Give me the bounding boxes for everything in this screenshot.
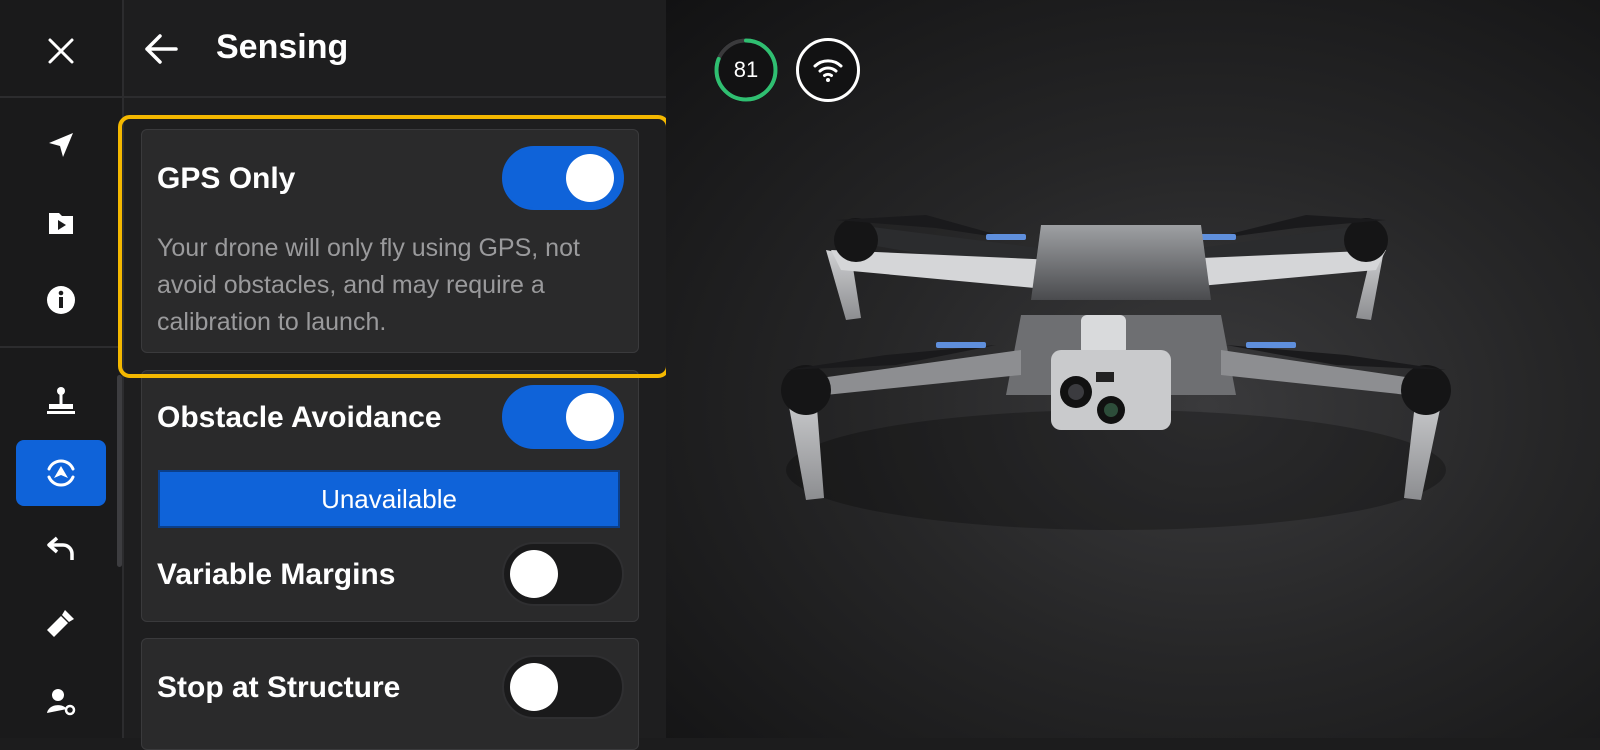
page-title: Sensing — [216, 28, 349, 66]
flashlight-icon — [47, 610, 74, 637]
back-button[interactable] — [136, 24, 186, 74]
setting-label: Obstacle Avoidance — [157, 401, 442, 434]
toggle-knob — [510, 663, 558, 711]
toggle-knob — [510, 550, 558, 598]
rail-scrollbar[interactable] — [117, 375, 122, 567]
panel-header: Sensing — [124, 0, 666, 98]
drone-image — [781, 215, 1451, 530]
setting-card-obstacle-avoidance: Obstacle Avoidance Unavailable Variable … — [141, 370, 639, 622]
rail-item-sensing[interactable] — [16, 440, 106, 506]
navigation-arrow-icon — [49, 133, 73, 157]
stop-at-structure-toggle[interactable] — [502, 655, 624, 719]
drone-viewport: 81 — [666, 0, 1600, 738]
rail-item-return[interactable] — [16, 515, 106, 581]
rail-item-navigation[interactable] — [16, 112, 106, 178]
focus-highlight — [118, 115, 670, 378]
rail-item-info[interactable] — [16, 267, 106, 333]
media-folder-icon — [49, 213, 73, 234]
info-icon — [47, 286, 75, 314]
rail-item-user[interactable] — [16, 668, 106, 734]
landing-pad-icon — [47, 387, 75, 414]
toggle-knob — [566, 393, 614, 441]
setting-card-stop-at-structure: Stop at Structure — [141, 638, 639, 750]
side-rail — [0, 0, 124, 738]
back-arrow-icon — [145, 34, 178, 64]
rail-item-landing[interactable] — [16, 368, 106, 434]
user-settings-icon — [47, 689, 76, 716]
rail-item-media[interactable] — [16, 190, 106, 256]
setting-label: Stop at Structure — [157, 671, 401, 704]
rail-item-flashlight[interactable] — [16, 590, 106, 656]
variable-margins-toggle[interactable] — [502, 542, 624, 606]
setting-label: Variable Margins — [157, 558, 396, 591]
return-icon — [47, 536, 74, 560]
close-button[interactable] — [36, 26, 86, 76]
obstacle-sensing-icon — [47, 459, 75, 487]
obstacle-avoidance-toggle[interactable] — [502, 385, 624, 449]
close-icon — [48, 38, 74, 64]
rail-divider — [0, 346, 122, 348]
rail-divider — [0, 96, 122, 98]
unavailable-status-banner: Unavailable — [158, 470, 620, 528]
